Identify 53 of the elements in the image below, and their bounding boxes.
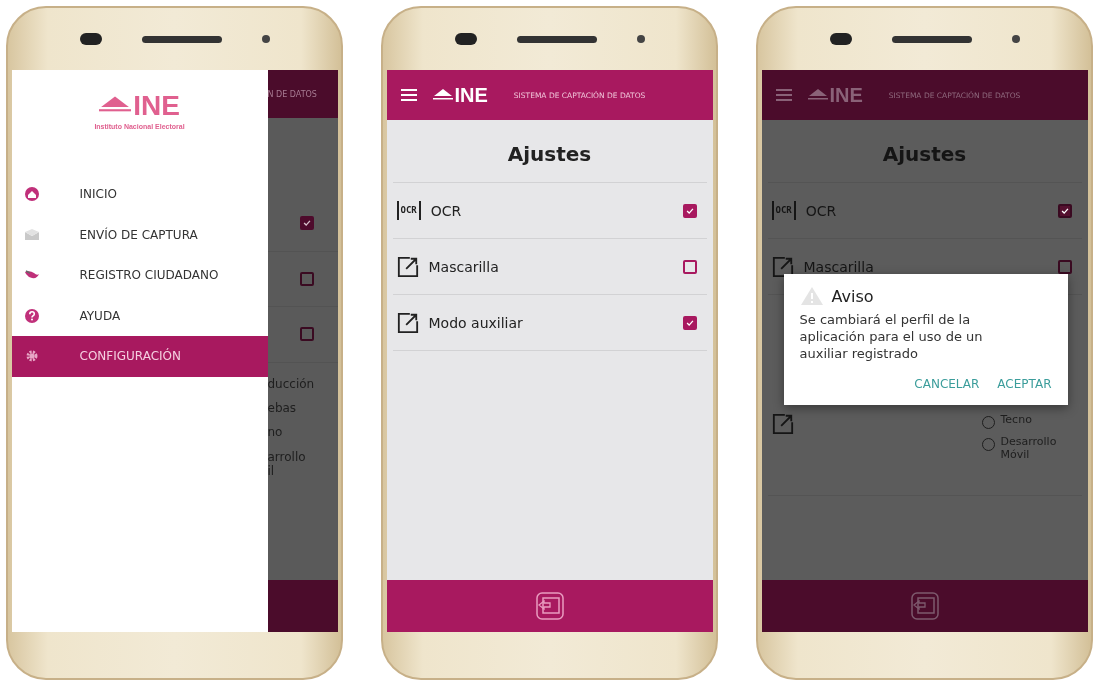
- logo-icon: [807, 88, 828, 102]
- setting-label: OCR: [805, 202, 838, 219]
- drawer-item[interactable]: AYUDA: [11, 295, 268, 336]
- check-icon: [301, 218, 312, 229]
- radio-label: no: [267, 425, 284, 440]
- app-footer: [267, 580, 338, 632]
- setting-label: Modo auxiliar: [428, 314, 524, 331]
- expand-icon: [771, 255, 794, 278]
- radio-label: Desarrollo Móvil: [1000, 435, 1058, 462]
- radio-label: Tecno: [1000, 413, 1033, 427]
- sensor-icon: [636, 35, 645, 43]
- home-icon: [23, 186, 40, 203]
- drawer-item[interactable]: REGISTRO CIUDADANO: [11, 255, 268, 296]
- logo-icon: [432, 88, 453, 102]
- speaker-icon: [141, 35, 222, 43]
- menu-icon[interactable]: [775, 89, 792, 101]
- dialog-title: Aviso: [831, 286, 874, 306]
- radio-label: arrollo il: [267, 449, 307, 479]
- radio-label: ducción: [267, 376, 316, 391]
- dialog-message: Se cambiará el perfil de la aplicación para el uso de un auxiliar registrado: [799, 312, 984, 363]
- checkbox[interactable]: [299, 327, 314, 342]
- drawer-item[interactable]: ENVÍO DE CAPTURA: [11, 214, 268, 255]
- setting-label: Mascarilla: [428, 258, 500, 275]
- help-icon: [23, 307, 40, 324]
- drawer-item[interactable]: INICIO: [11, 174, 268, 215]
- checkbox[interactable]: [299, 271, 314, 286]
- camera-icon: [454, 33, 477, 45]
- checkbox[interactable]: [1057, 203, 1072, 218]
- setting-label: Mascarilla: [803, 258, 875, 275]
- checkbox[interactable]: [682, 259, 697, 274]
- logo-text: INE: [454, 85, 488, 105]
- expand-icon: [771, 413, 794, 435]
- checkbox[interactable]: [299, 216, 314, 231]
- sensor-icon: [261, 35, 270, 43]
- envelope-icon: [23, 226, 40, 243]
- radio-label: ebas: [267, 400, 298, 416]
- speaker-icon: [891, 35, 972, 43]
- expand-icon: [396, 255, 419, 278]
- page-title: Ajustes: [767, 120, 1082, 183]
- expand-icon: [396, 311, 419, 334]
- header-title: N DE DATOS: [267, 89, 317, 99]
- warning-icon: [799, 286, 824, 306]
- camera-icon: [79, 33, 102, 45]
- sensor-icon: [1011, 35, 1020, 43]
- setting-label: OCR: [430, 202, 463, 219]
- speaker-icon: [516, 35, 597, 43]
- drawer-item[interactable]: CONFIGURACIÓN: [11, 336, 268, 377]
- checkbox[interactable]: [682, 203, 697, 218]
- logo-text: INE: [133, 92, 180, 120]
- page-title: Ajustes: [392, 120, 707, 183]
- checkbox[interactable]: [682, 315, 697, 330]
- camera-icon: [829, 33, 852, 45]
- logo-text: INE: [829, 85, 863, 105]
